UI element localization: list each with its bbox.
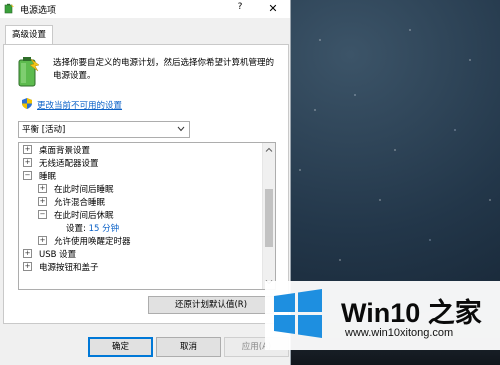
power-options-dialog: 电源选项 ? ✕ 高级设置 选择你要自定义的电源计划，然后选择你希望计算机管理的… (0, 0, 291, 365)
battery-icon (18, 57, 40, 87)
cancel-button[interactable]: 取消 (156, 337, 221, 357)
expand-icon[interactable]: + (38, 236, 47, 245)
watermark-brand: Win10 之家 (341, 298, 482, 328)
collapse-icon[interactable]: − (38, 210, 47, 219)
expand-icon[interactable]: + (23, 249, 32, 258)
setting-value[interactable]: 15 分钟 (89, 224, 120, 234)
uac-shield-icon (22, 98, 32, 109)
change-unavailable-settings-link[interactable]: 更改当前不可用的设置 (37, 99, 122, 111)
tree-item-hibernate-after[interactable]: − 在此时间后休眠 (38, 210, 114, 223)
tab-advanced-settings[interactable]: 高级设置 (5, 25, 53, 45)
tree-item-hybrid-sleep[interactable]: + 允许混合睡眠 (38, 197, 105, 210)
expand-icon[interactable]: + (38, 197, 47, 206)
scrollbar-thumb[interactable] (265, 189, 273, 247)
power-plan-selected: 平衡 [活动] (22, 125, 66, 135)
scroll-up-icon[interactable] (265, 146, 273, 154)
settings-tree: + 桌面背景设置 + 无线适配器设置 − 睡眠 + 在此时间后睡眠 + 允许混合睡眠 − 在… (18, 142, 276, 290)
tree-item-power-buttons-lid[interactable]: + 电源按钮和盖子 (23, 262, 99, 275)
title-bar[interactable]: 电源选项 ? ✕ (0, 0, 290, 18)
chevron-down-icon (177, 126, 185, 132)
description-text: 选择你要自定义的电源计划，然后选择你希望计算机管理的电源设置。 (53, 58, 275, 81)
windows-logo-icon (274, 289, 322, 338)
tree-item-usb-settings[interactable]: + USB 设置 (23, 249, 76, 262)
expand-icon[interactable]: + (23, 262, 32, 271)
power-plan-dropdown[interactable]: 平衡 [活动] (18, 121, 190, 138)
help-button[interactable]: ? (230, 2, 250, 16)
collapse-icon[interactable]: − (23, 171, 32, 180)
tree-item-sleep-after[interactable]: + 在此时间后睡眠 (38, 184, 114, 197)
tree-item-desktop-background[interactable]: + 桌面背景设置 (23, 145, 90, 158)
close-button[interactable]: ✕ (262, 1, 284, 17)
watermark: Win10 之家 www.win10xitong.com (265, 281, 500, 350)
setting-label: 设置: (66, 224, 86, 234)
tree-item-sleep[interactable]: − 睡眠 (23, 171, 56, 184)
expand-icon[interactable]: + (38, 184, 47, 193)
tree-scrollbar[interactable] (262, 143, 275, 289)
tree-item-hibernate-setting[interactable]: 设置: 15 分钟 (66, 223, 119, 236)
expand-icon[interactable]: + (23, 145, 32, 154)
tree-item-wake-timers[interactable]: + 允许使用唤醒定时器 (38, 236, 131, 249)
watermark-url: www.win10xitong.com (345, 327, 454, 339)
power-options-icon (4, 3, 14, 14)
restore-defaults-button[interactable]: 还原计划默认值(R) (148, 296, 274, 314)
window-title: 电源选项 (20, 6, 57, 16)
expand-icon[interactable]: + (23, 158, 32, 167)
tree-item-wireless-adapter[interactable]: + 无线适配器设置 (23, 158, 99, 171)
ok-button[interactable]: 确定 (88, 337, 153, 357)
